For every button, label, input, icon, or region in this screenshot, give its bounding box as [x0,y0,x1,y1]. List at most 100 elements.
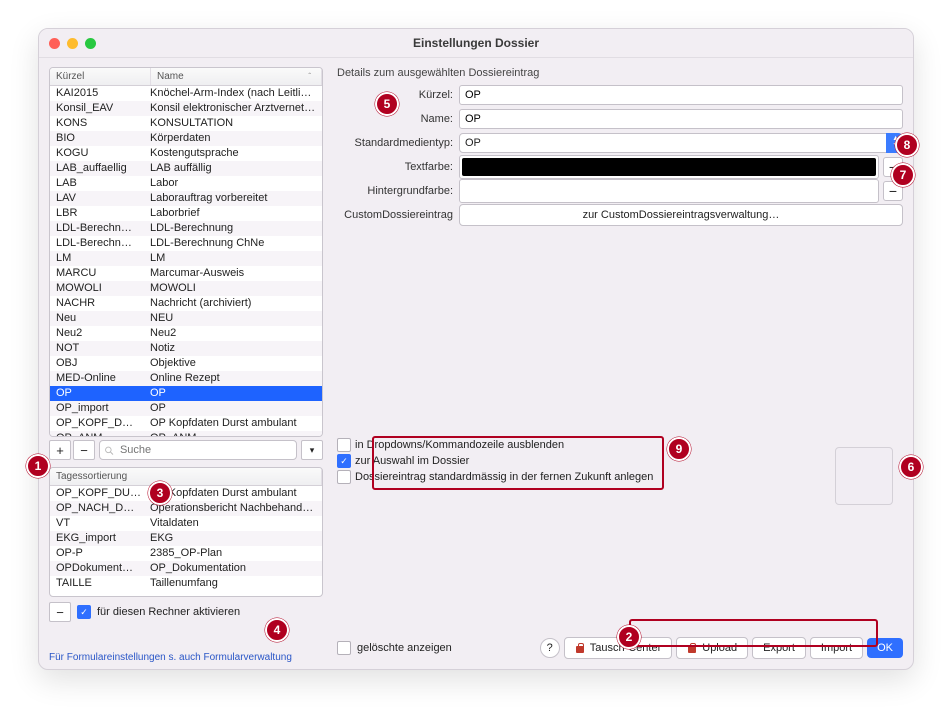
remove-sort-button[interactable]: − [49,602,71,622]
table-row[interactable]: KOGUKostengutsprache [50,146,322,161]
import-button[interactable]: Import [810,637,863,659]
cell-name: Konsil elektronischer Arztvernet… [144,101,322,116]
cell-kuerzel: MED-Online [50,371,144,386]
table-row[interactable]: OP_KOPF_DU…OP Kopfdaten Durst ambulant [50,486,322,501]
table-row[interactable]: OPOP [50,386,322,401]
hide-in-dropdowns-checkbox[interactable] [337,438,351,452]
callout-5: 5 [375,92,399,116]
table-row[interactable]: NACHRNachricht (archiviert) [50,296,322,311]
table-row[interactable]: MOWOLIMOWOLI [50,281,322,296]
callout-1: 1 [26,454,50,478]
table-row[interactable]: OBJObjektive [50,356,322,371]
cell-kuerzel: KONS [50,116,144,131]
table-row[interactable]: Neu2Neu2 [50,326,322,341]
preferences-window: Einstellungen Dossier Kürzel Name ˆ KAI2… [38,28,914,670]
table-row[interactable]: KONSKONSULTATION [50,116,322,131]
table-row[interactable]: OPDokument…OP_Dokumentation [50,561,322,576]
col-kuerzel-header[interactable]: Kürzel [50,68,151,85]
search-field[interactable] [99,440,297,460]
table-row[interactable]: TAILLETaillenumfang [50,576,322,591]
table-row[interactable]: LBRLaborbrief [50,206,322,221]
entry-icon-well[interactable] [835,447,893,505]
input-name[interactable] [459,109,903,129]
cell-name: Marcumar-Ausweis [144,266,322,281]
search-icon [104,445,114,456]
table-row[interactable]: OP_importOP [50,401,322,416]
day-sort-body[interactable]: OP_KOPF_DU…OP Kopfdaten Durst ambulantOP… [50,486,322,597]
table-row[interactable]: LAB_auffaelligLAB auffällig [50,161,322,176]
entries-table-body[interactable]: KAI2015Knöchel-Arm-Index (nach Leitli…Ko… [50,86,322,437]
cell-name: OP Kopfdaten Durst ambulant [144,416,322,431]
search-input[interactable] [118,443,292,457]
cell-kuerzel: Konsil_EAV [50,101,144,116]
hide-in-dropdowns-label: in Dropdowns/Kommandozeile ausblenden [355,439,564,451]
form-settings-link[interactable]: Für Formulareinstellungen s. auch Formul… [49,652,292,663]
cell-kuerzel: OP-P [50,546,144,561]
table-row[interactable]: OP_KOPF_D…OP Kopfdaten Durst ambulant [50,416,322,431]
colorwell-textfarbe[interactable] [459,155,879,179]
cell-kuerzel: TAILLE [50,576,144,591]
filter-button[interactable]: ▾ [301,440,323,460]
details-section-title: Details zum ausgewählten Dossiereintrag [337,67,903,79]
table-row[interactable]: LABLabor [50,176,322,191]
table-row[interactable]: OP-P2385_OP-Plan [50,546,322,561]
select-standardmedientyp[interactable]: OP ▲▼ [459,133,903,153]
selectable-in-dossier-checkbox[interactable]: ✓ [337,454,351,468]
label-textfarbe: Textfarbe: [337,161,459,173]
cell-name: 2385_OP-Plan [144,546,322,561]
entries-table[interactable]: Kürzel Name ˆ KAI2015Knöchel-Arm-Index (… [49,67,323,437]
table-row[interactable]: KAI2015Knöchel-Arm-Index (nach Leitli… [50,86,322,101]
table-row[interactable]: BIOKörperdaten [50,131,322,146]
cell-kuerzel: LAB [50,176,144,191]
col-name-header-label: Name [157,71,184,82]
default-far-future-label: Dossiereintrag standardmässig in der fer… [355,471,653,483]
table-row[interactable]: OP_ANMOP_ANM [50,431,322,437]
table-row[interactable]: LMLM [50,251,322,266]
table-row[interactable]: NeuNEU [50,311,322,326]
table-row[interactable]: Konsil_EAVKonsil elektronischer Arztvern… [50,101,322,116]
day-sort-table[interactable]: Tagessortierung OP_KOPF_DU…OP Kopfdaten … [49,467,323,597]
callout-9: 9 [667,437,691,461]
export-button[interactable]: Export [752,637,806,659]
remove-entry-button[interactable]: − [73,440,95,460]
table-row[interactable]: NOTNotiz [50,341,322,356]
left-column: Kürzel Name ˆ KAI2015Knöchel-Arm-Index (… [49,67,323,647]
upload-button[interactable]: Upload [676,637,748,659]
cell-name: KONSULTATION [144,116,322,131]
manage-customdossiereintrag-button[interactable]: zur CustomDossiereintragsverwaltung… [459,204,903,226]
cell-name: MOWOLI [144,281,322,296]
table-row[interactable]: LDL-Berechn…LDL-Berechnung ChNe [50,236,322,251]
activate-this-computer-checkbox[interactable]: ✓ [77,605,91,619]
cell-kuerzel: LAB_auffaellig [50,161,144,176]
table-row[interactable]: EKG_importEKG [50,531,322,546]
cell-kuerzel: OP_NACH_D… [50,501,144,516]
ok-button[interactable]: OK [867,638,903,658]
right-column: Details zum ausgewählten Dossiereintrag … [337,67,903,661]
callout-2: 2 [617,625,641,649]
show-deleted-checkbox[interactable] [337,641,351,655]
input-kuerzel[interactable] [459,85,903,105]
default-far-future-checkbox[interactable] [337,470,351,484]
table-row[interactable]: MED-OnlineOnline Rezept [50,371,322,386]
add-entry-button[interactable]: + [49,440,71,460]
table-row[interactable]: MARCUMarcumar-Ausweis [50,266,322,281]
select-standardmedientyp-value: OP [465,137,481,149]
swatch-white [462,182,876,200]
cell-kuerzel: LAV [50,191,144,206]
cell-kuerzel: Neu [50,311,144,326]
cell-kuerzel: NOT [50,341,144,356]
cell-kuerzel: Neu2 [50,326,144,341]
cell-name: OP_ANM [144,431,322,437]
cell-name: LAB auffällig [144,161,322,176]
colorwell-hintergrundfarbe[interactable] [459,179,879,203]
day-sort-header-label[interactable]: Tagessortierung [50,468,322,485]
table-row[interactable]: LDL-Berechn…LDL-Berechnung [50,221,322,236]
table-row[interactable]: OP_NACH_D…Operationsbericht Nachbehand… [50,501,322,516]
table-row[interactable]: LAVLaborauftrag vorbereitet [50,191,322,206]
callout-4: 4 [265,618,289,642]
table-row[interactable]: VTVitaldaten [50,516,322,531]
col-name-header[interactable]: Name ˆ [151,68,322,85]
help-button[interactable]: ? [540,638,560,658]
cell-name: Operationsbericht Nachbehand… [144,501,322,516]
cell-kuerzel: EKG_import [50,531,144,546]
